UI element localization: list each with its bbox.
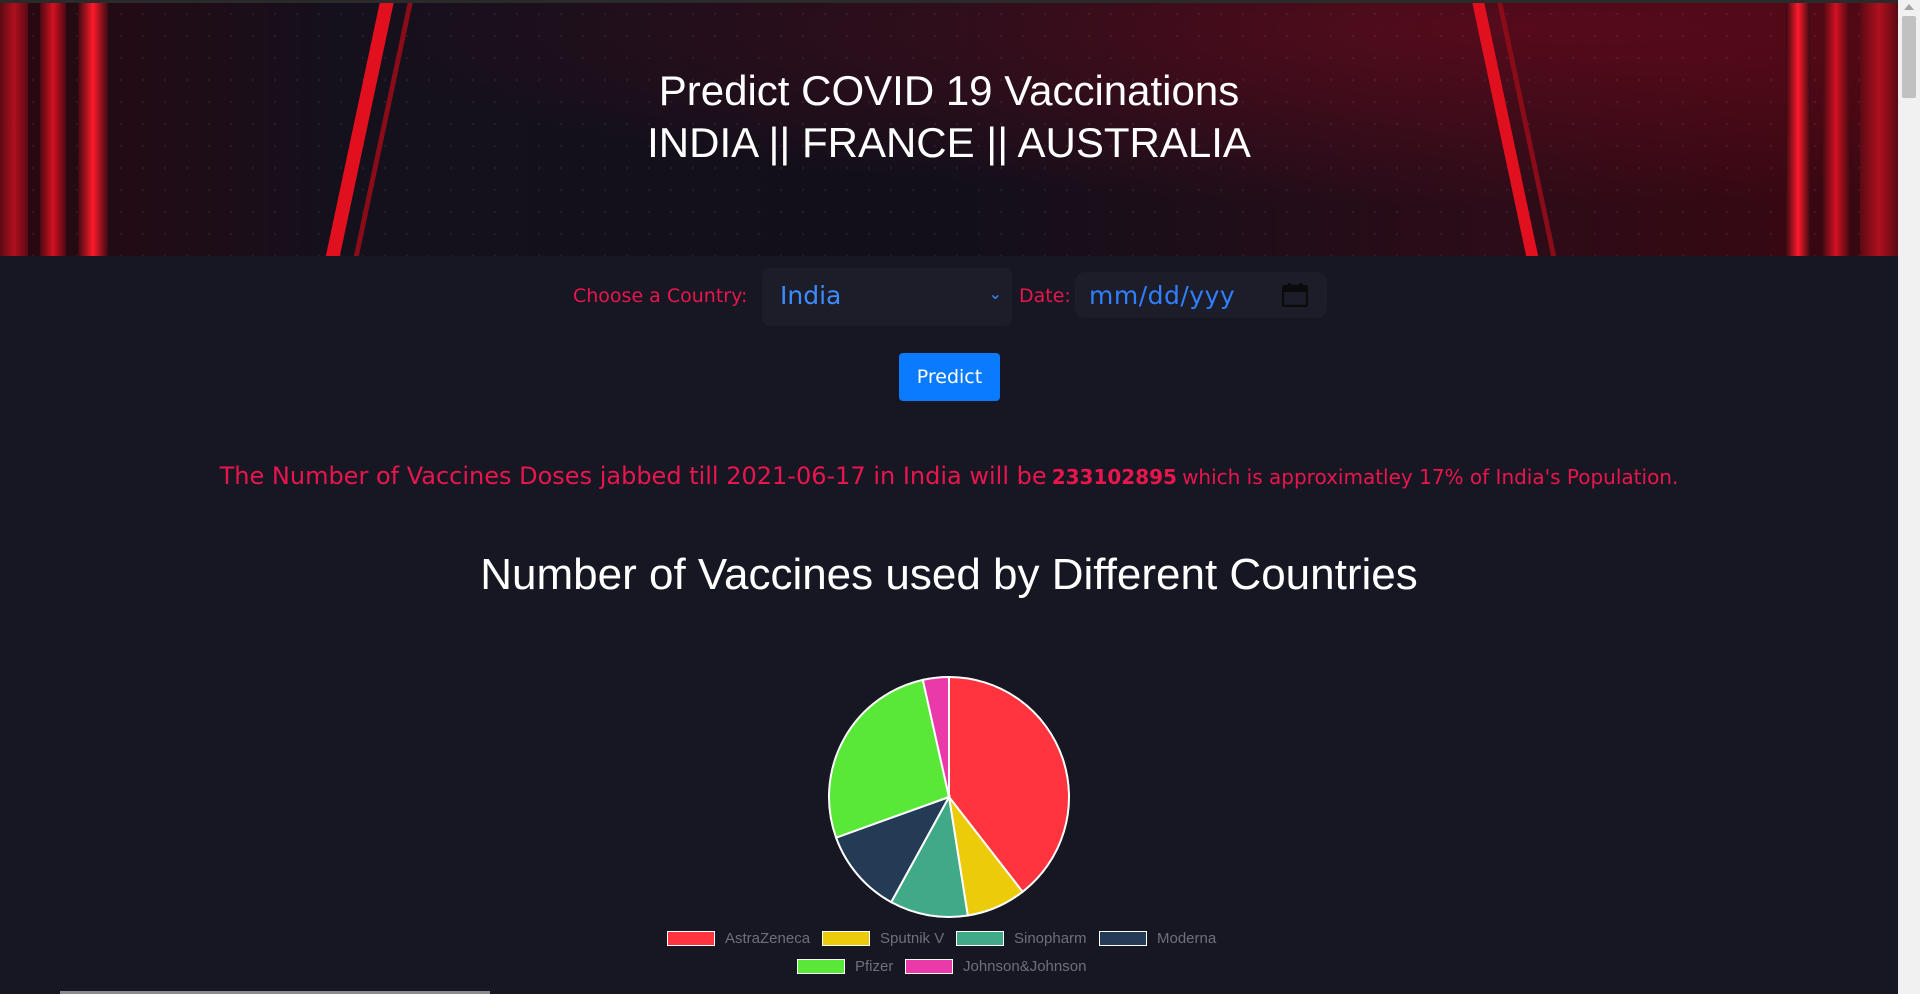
country-selected-value: India	[780, 281, 842, 310]
page-title-line2: INDIA || FRANCE || AUSTRALIA	[647, 119, 1251, 166]
legend-label: Pfizer	[855, 958, 894, 975]
page: Predict COVID 19 Vaccinations INDIA || F…	[0, 0, 1898, 994]
result-doses: 233102895	[1051, 465, 1177, 489]
legend-swatch	[1099, 931, 1147, 946]
result-prefix: The Number of Vaccines Doses jabbed till…	[219, 462, 1047, 490]
legend-swatch	[956, 931, 1004, 946]
chart-title: Number of Vaccines used by Different Cou…	[480, 550, 1418, 599]
legend-swatch	[905, 959, 953, 974]
prediction-form: Choose a Country: India ⌄ Date: mm/dd/yy…	[0, 268, 1898, 326]
scroll-up-arrow-icon[interactable]	[1904, 4, 1914, 10]
result-suffix: which is approximatley 17% of India's Po…	[1182, 465, 1679, 489]
calendar-icon[interactable]	[1281, 283, 1309, 311]
date-label: Date:	[1019, 285, 1071, 307]
date-input[interactable]: mm/dd/yyy	[1075, 272, 1327, 318]
date-placeholder: mm/dd/yyy	[1089, 281, 1236, 310]
country-label: Choose a Country:	[573, 285, 748, 307]
page-title-line1: Predict COVID 19 Vaccinations	[658, 67, 1240, 114]
legend-swatch	[822, 931, 870, 946]
chevron-down-icon: ⌄	[988, 284, 1002, 303]
vertical-scrollbar[interactable]	[1898, 0, 1920, 994]
legend-label: Johnson&Johnson	[963, 958, 1087, 975]
legend-label: Sinopharm	[1014, 930, 1087, 947]
header-banner: Predict COVID 19 Vaccinations INDIA || F…	[0, 0, 1898, 256]
legend-label: AstraZeneca	[725, 930, 811, 947]
vaccine-pie-chart	[828, 675, 1070, 918]
scrollbar-thumb[interactable]	[1902, 16, 1916, 98]
legend-swatch	[667, 931, 715, 946]
legend-label: Moderna	[1157, 930, 1217, 947]
legend-label: Sputnik V	[880, 930, 945, 947]
predict-button[interactable]: Predict	[899, 353, 1000, 401]
country-select[interactable]: India ⌄	[762, 268, 1012, 326]
legend-swatch	[797, 959, 845, 974]
prediction-result: The Number of Vaccines Doses jabbed till…	[0, 462, 1898, 490]
